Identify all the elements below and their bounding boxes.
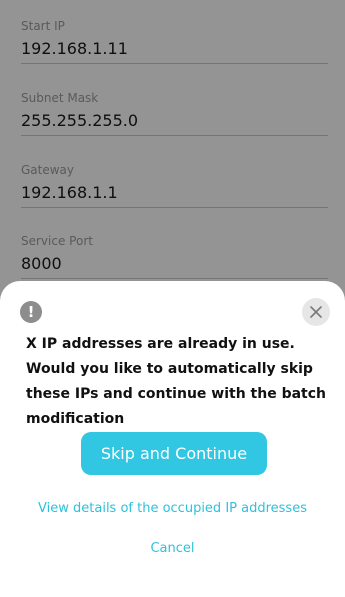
exclamation-circle-icon: ! <box>20 301 42 323</box>
close-button[interactable] <box>302 298 330 326</box>
view-details-link[interactable]: View details of the occupied IP addresse… <box>0 499 345 519</box>
cancel-link[interactable]: Cancel <box>0 539 345 559</box>
ip-conflict-dialog: ! X IP addresses are already in use. Wou… <box>0 281 345 597</box>
close-icon <box>310 306 322 318</box>
skip-and-continue-button[interactable]: Skip and Continue <box>81 432 267 475</box>
dialog-message: X IP addresses are already in use. Would… <box>26 336 326 427</box>
